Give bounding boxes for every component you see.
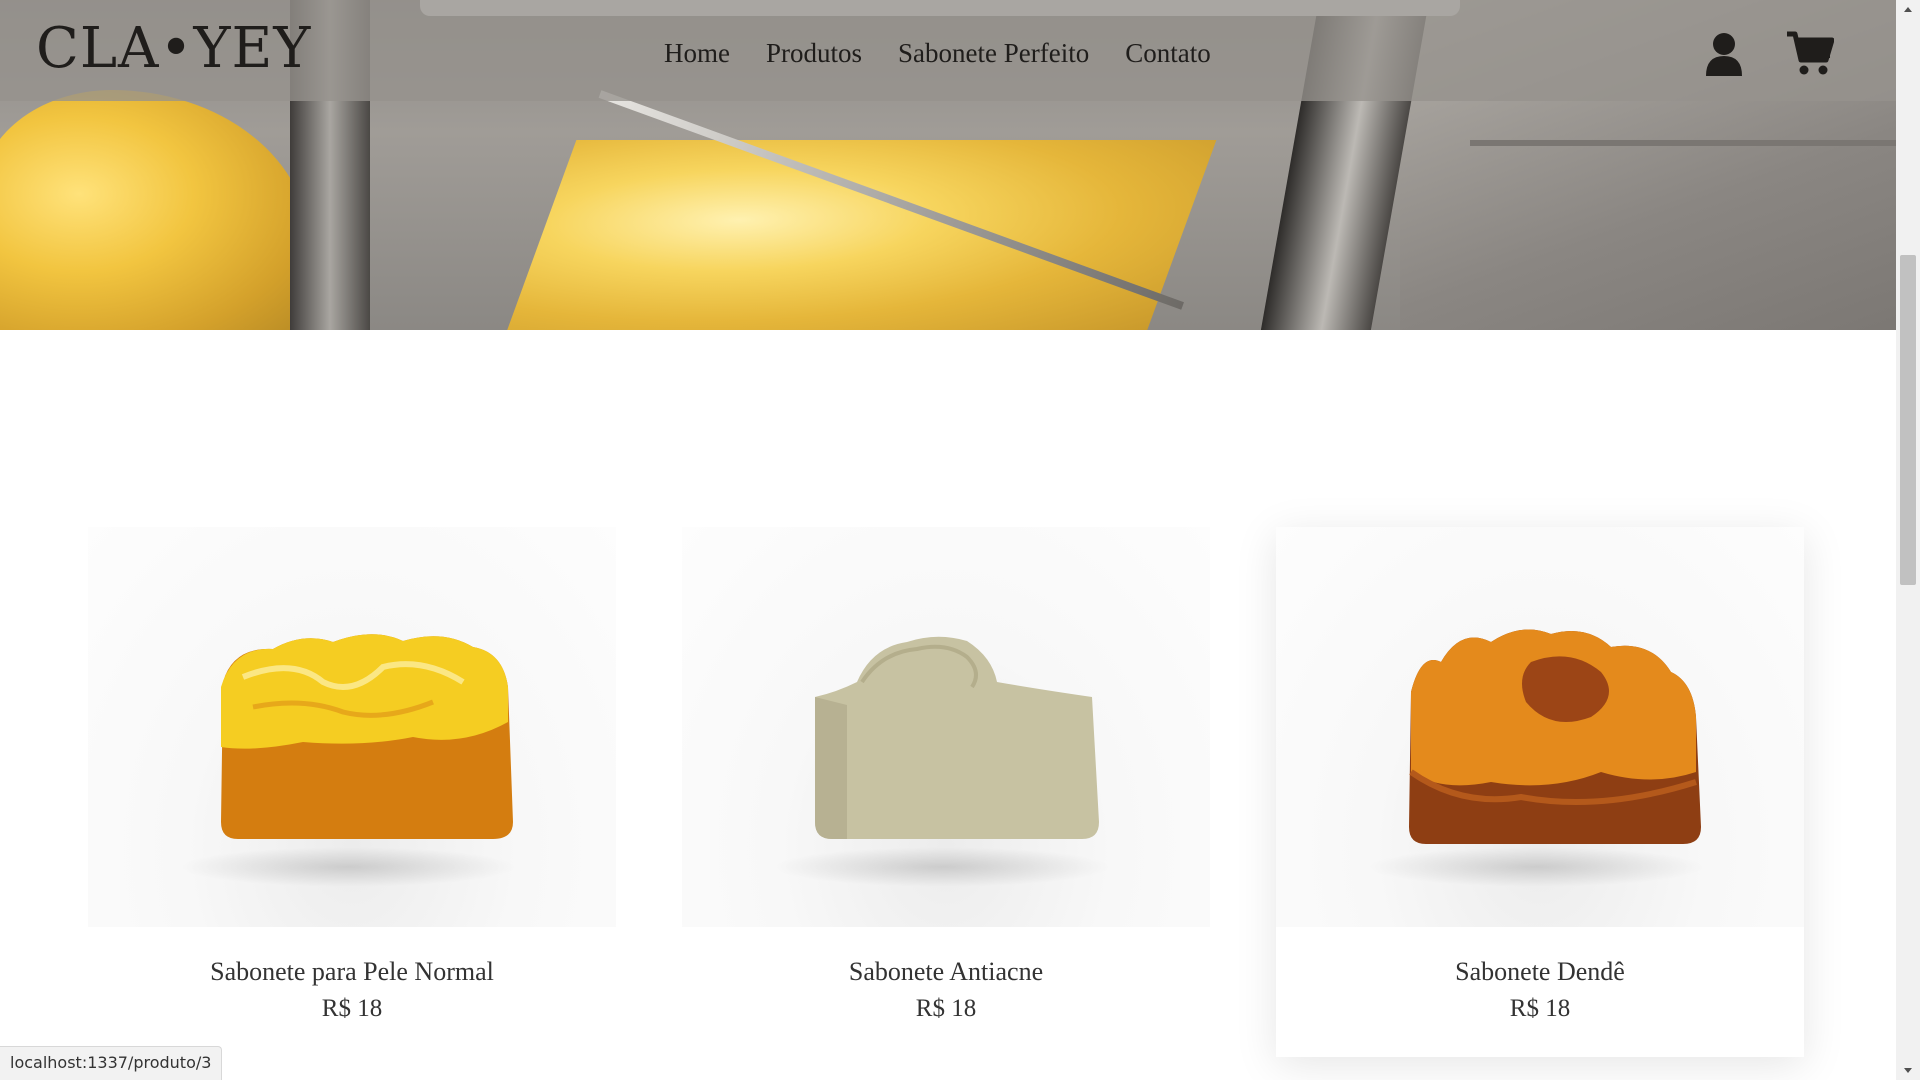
photo-shadow: [178, 847, 518, 887]
product-price: R$ 18: [321, 995, 383, 1022]
product-card-3[interactable]: Sabonete Dendê R$ 18: [1276, 527, 1804, 1057]
product-name[interactable]: Sabonete para Pele Normal: [88, 957, 616, 987]
soap-image: [815, 636, 1099, 839]
user-icon[interactable]: [1702, 30, 1752, 80]
soap-image: [1409, 629, 1701, 844]
product-name[interactable]: Sabonete Dendê: [1276, 957, 1804, 987]
product-price: R$ 18: [915, 995, 977, 1022]
soap-image: [221, 634, 513, 839]
product-name[interactable]: Sabonete Antiacne: [682, 957, 1210, 987]
product-photo[interactable]: [88, 527, 616, 927]
product-price: R$ 18: [1509, 995, 1571, 1022]
scrollbar-thumb[interactable]: [1900, 255, 1916, 585]
nav-home[interactable]: Home: [664, 38, 730, 69]
product-grid: Sabonete para Pele Normal R$ 18 Sabonete…: [0, 330, 1896, 1080]
hero-soap-swirl: [0, 90, 310, 330]
product-photo[interactable]: [682, 527, 1210, 927]
nav-sabonete-perfeito[interactable]: Sabonete Perfeito: [898, 38, 1089, 69]
nav-contato[interactable]: Contato: [1125, 38, 1211, 69]
hero-line: [1470, 140, 1896, 146]
site-header: CLA•YEY Home Produtos Sabonete Perfeito …: [0, 0, 1896, 101]
photo-shadow: [1366, 847, 1706, 887]
scroll-up-arrow-icon[interactable]: [1902, 4, 1914, 16]
cart-icon[interactable]: [1786, 30, 1836, 80]
product-card-1[interactable]: Sabonete para Pele Normal R$ 18: [88, 527, 616, 1057]
scroll-down-arrow-icon[interactable]: [1902, 1064, 1914, 1076]
product-photo[interactable]: [1276, 527, 1804, 927]
page-scrollbar[interactable]: [1896, 0, 1920, 1080]
product-card-2[interactable]: Sabonete Antiacne R$ 18: [682, 527, 1210, 1057]
main-nav: Home Produtos Sabonete Perfeito Contato: [664, 38, 1211, 69]
hero-soap-mold: [503, 140, 1217, 330]
status-bar-url: localhost:1337/produto/3: [0, 1046, 223, 1080]
nav-produtos[interactable]: Produtos: [766, 38, 862, 69]
photo-shadow: [772, 847, 1112, 887]
logo[interactable]: CLA•YEY: [36, 16, 311, 81]
